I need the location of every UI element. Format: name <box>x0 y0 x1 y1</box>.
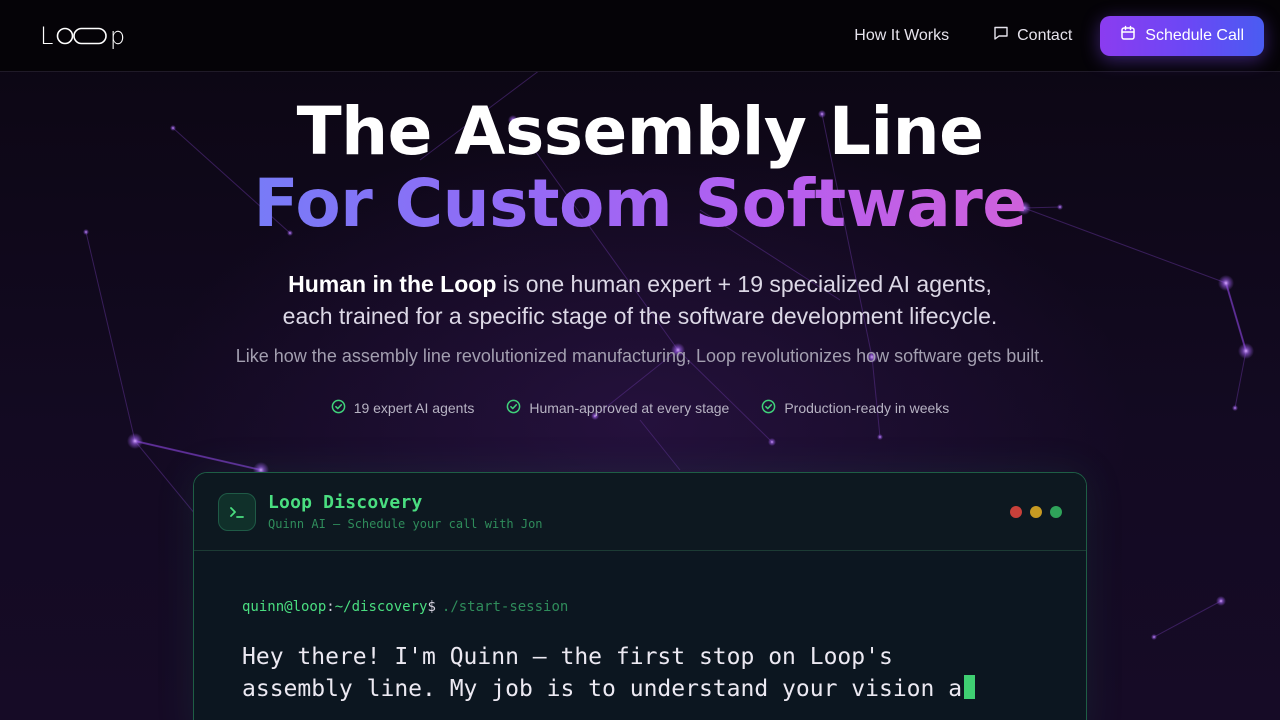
feature-checklist: 19 expert AI agents Human-approved at ev… <box>0 399 1280 417</box>
check-circle-icon <box>331 399 346 417</box>
calendar-icon <box>1120 25 1136 46</box>
hero-section: The Assembly Line For Custom Software Hu… <box>0 72 1280 417</box>
logo-loop-mark <box>56 26 108 46</box>
window-close-dot[interactable] <box>1010 505 1022 518</box>
hero-title-line2: For Custom Software <box>0 168 1280 240</box>
feature-check-item: 19 expert AI agents <box>331 399 475 417</box>
top-navigation-bar: L p How It Works Contact Schedule Call <box>0 0 1280 72</box>
hero-subtitle: Human in the Loop is one human expert + … <box>0 268 1280 332</box>
feature-check-label: Human-approved at every stage <box>529 400 730 416</box>
terminal-prompt-line: quinn@loop:~/discovery$ ./start-session <box>242 599 1038 615</box>
terminal-body: quinn@loop:~/discovery$ ./start-session H… <box>194 551 1086 705</box>
terminal-titles: Loop Discovery Quinn AI — Schedule your … <box>268 492 543 531</box>
feature-check-item: Production-ready in weeks <box>761 399 949 417</box>
prompt-path: ~/discovery <box>334 599 428 615</box>
terminal-message: Hey there! I'm Quinn — the first stop on… <box>242 641 1038 705</box>
terminal-subtitle: Quinn AI — Schedule your call with Jon <box>268 517 543 531</box>
chat-bubble-icon <box>993 25 1009 46</box>
window-controls <box>1010 505 1062 518</box>
terminal-message-line2: assembly line. My job is to understand y… <box>242 676 963 702</box>
prompt-command: ./start-session <box>441 599 569 615</box>
check-circle-icon <box>761 399 776 417</box>
terminal-header: Loop Discovery Quinn AI — Schedule your … <box>194 473 1086 551</box>
window-minimize-dot[interactable] <box>1030 505 1042 518</box>
loop-logo[interactable]: L p <box>40 22 126 50</box>
hero-subtitle-bold: Human in the Loop <box>288 271 497 297</box>
terminal-cursor <box>964 675 976 699</box>
nav-link-contact-label: Contact <box>1017 26 1073 44</box>
prompt-user: quinn@loop <box>242 599 327 615</box>
nav-actions: How It Works Contact Schedule Call <box>832 15 1264 56</box>
logo-letter-l: L <box>40 21 54 50</box>
nav-link-how-it-works-label: How It Works <box>854 26 950 44</box>
discovery-terminal-window[interactable]: Loop Discovery Quinn AI — Schedule your … <box>193 472 1087 720</box>
feature-check-item: Human-approved at every stage <box>506 399 729 417</box>
schedule-call-button[interactable]: Schedule Call <box>1100 15 1264 56</box>
hero-subtitle-line2: each trained for a specific stage of the… <box>282 303 998 329</box>
nav-link-contact[interactable]: Contact <box>971 25 1094 46</box>
prompt-separator: : <box>326 599 335 615</box>
feature-check-label: 19 expert AI agents <box>353 400 475 416</box>
terminal-title: Loop Discovery <box>268 492 423 513</box>
check-circle-icon <box>506 399 521 417</box>
hero-subtitle-rest: is one human expert + 19 specialized AI … <box>496 271 992 297</box>
hero-tagline: Like how the assembly line revolutionize… <box>235 346 1045 366</box>
terminal-message-line1: Hey there! I'm Quinn — the first stop on… <box>242 644 893 670</box>
window-maximize-dot[interactable] <box>1050 505 1062 518</box>
feature-check-label: Production-ready in weeks <box>784 400 950 416</box>
nav-link-how-it-works[interactable]: How It Works <box>832 27 971 45</box>
terminal-prompt-icon <box>218 492 256 531</box>
logo-letter-p: p <box>109 21 126 50</box>
schedule-call-label: Schedule Call <box>1145 26 1244 44</box>
hero-title-line1: The Assembly Line <box>296 93 984 170</box>
prompt-symbol: $ <box>427 599 436 615</box>
